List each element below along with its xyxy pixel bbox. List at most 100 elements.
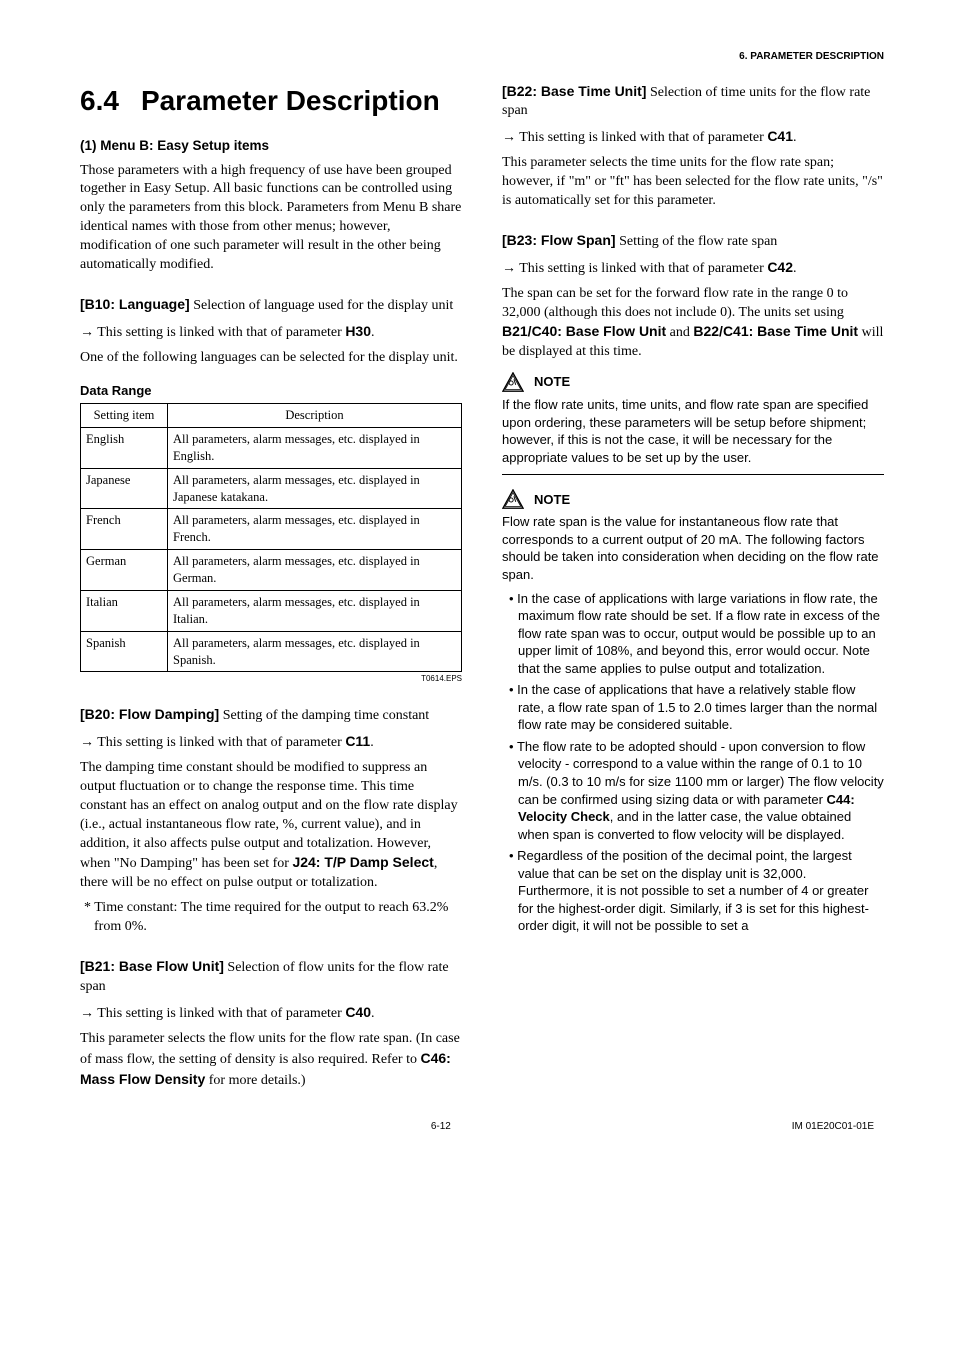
table-row: FrenchAll parameters, alarm messages, et… [81,509,462,550]
section-1: (1) Menu B: Easy Setup items Those param… [80,137,462,275]
b10-label: [B10: Language] [80,296,190,312]
b22-desc: This parameter selects the time units fo… [502,154,884,211]
b21-arrow: → This setting is linked with that of pa… [80,1006,345,1021]
warning-triangle-icon [502,372,524,392]
b23-mid: and [666,325,693,340]
cell-key: Italian [81,590,168,631]
right-column: [B22: Base Time Unit] Selection of time … [502,82,884,1097]
table-row: ItalianAll parameters, alarm messages, e… [81,590,462,631]
b10-after: . [371,325,375,340]
th-setting: Setting item [81,404,168,428]
b23-desc: The span can be set for the forward flow… [502,285,884,363]
note-2-intro: Flow rate span is the value for instanta… [502,514,879,582]
warning-triangle-icon [502,489,524,509]
note-2-label: NOTE [534,491,570,509]
page-footer: 6-12 IM 01E20C01-01E [80,1120,884,1134]
b20-ref: C11 [345,733,370,749]
b22-after: . [793,130,797,145]
th-description: Description [168,404,462,428]
b20-desc: The damping time constant should be modi… [80,759,462,893]
cell-val: All parameters, alarm messages, etc. dis… [168,550,462,591]
b20-title: [B20: Flow Damping] Setting of the dampi… [80,705,462,726]
b22-ref: C41 [767,128,793,144]
b23-ref: C42 [767,259,793,275]
section-1-head: (1) Menu B: Easy Setup items [80,137,462,155]
content-columns: 6.4 Parameter Description (1) Menu B: Eas… [80,82,884,1097]
b23-ref3: B22/C41: Base Time Unit [693,323,858,339]
b20-label: [B20: Flow Damping] [80,706,219,722]
data-range-label: Data Range [80,382,462,400]
b20-after: . [370,735,374,750]
b21-title: [B21: Base Flow Unit] Selection of flow … [80,957,462,997]
b20-arrow: → This setting is linked with that of pa… [80,735,345,750]
b21-p2a: This parameter selects the flow units fo… [80,1031,460,1067]
b23-block: [B23: Flow Span] Setting of the flow rat… [502,231,884,362]
b23-ref2: B21/C40: Base Flow Unit [502,323,666,339]
b10-link: → This setting is linked with that of pa… [80,322,462,343]
b10-arrow: → This setting is linked with that of pa… [80,325,345,340]
note-2-body: Flow rate span is the value for instanta… [502,513,884,935]
list-item: In the case of applications with large v… [518,590,884,678]
cell-key: Japanese [81,468,168,509]
title-text: Parameter Description [141,85,440,116]
table-row: JapaneseAll parameters, alarm messages, … [81,468,462,509]
doc-number: IM 01E20C01-01E [792,1120,874,1134]
list-item: The flow rate to be adopted should - upo… [518,738,884,843]
b21-link: → This setting is linked with that of pa… [80,1003,462,1024]
b22-label: [B22: Base Time Unit] [502,83,646,99]
cell-val: All parameters, alarm messages, etc. dis… [168,590,462,631]
cell-val: All parameters, alarm messages, etc. dis… [168,427,462,468]
note-1-label: NOTE [534,373,570,391]
table-row: GermanAll parameters, alarm messages, et… [81,550,462,591]
b23-rest: Setting of the flow rate span [616,234,778,249]
b22-arrow: → This setting is linked with that of pa… [502,130,767,145]
table-header-row: Setting item Description [81,404,462,428]
b21-label: [B21: Base Flow Unit] [80,958,224,974]
page-number: 6-12 [90,1120,792,1134]
b21-ref: C40 [345,1004,371,1020]
cell-val: All parameters, alarm messages, etc. dis… [168,631,462,672]
table-foot: T0614.EPS [80,674,462,685]
note-2-head: NOTE [502,489,884,509]
title-number: 6.4 [80,85,119,116]
b23-after: . [793,261,797,276]
note-1: NOTE If the flow rate units, time units,… [502,372,884,475]
table-row: EnglishAll parameters, alarm messages, e… [81,427,462,468]
b23-link: → This setting is linked with that of pa… [502,258,884,279]
page-title: 6.4 Parameter Description [80,82,462,120]
cell-key: Spanish [81,631,168,672]
b20-link: → This setting is linked with that of pa… [80,732,462,753]
cell-val: All parameters, alarm messages, etc. dis… [168,468,462,509]
b21-block: [B21: Base Flow Unit] Selection of flow … [80,957,462,1090]
b20-ref2: J24: T/P Damp Select [292,854,433,870]
b21-after: . [371,1006,375,1021]
b10-rest: Selection of language used for the displ… [190,298,454,313]
note-2-list: In the case of applications with large v… [502,590,884,935]
b10-desc: One of the following languages can be se… [80,349,462,368]
b22-link: → This setting is linked with that of pa… [502,127,884,148]
list-item: In the case of applications that have a … [518,681,884,734]
b20-rest: Setting of the damping time constant [219,708,429,723]
b20-block: [B20: Flow Damping] Setting of the dampi… [80,705,462,937]
cell-key: French [81,509,168,550]
b23-p2a: The span can be set for the forward flow… [502,286,848,320]
b22-block: [B22: Base Time Unit] Selection of time … [502,82,884,211]
b23-title: [B23: Flow Span] Setting of the flow rat… [502,231,884,252]
b23-label: [B23: Flow Span] [502,232,616,248]
table-row: SpanishAll parameters, alarm messages, e… [81,631,462,672]
note-1-head: NOTE [502,372,884,392]
section-1-body: Those parameters with a high frequency o… [80,162,462,275]
note-1-body: If the flow rate units, time units, and … [502,396,884,475]
b20-footnote: * Time constant: The time required for t… [80,899,462,937]
b21-p2b: for more details.) [205,1073,305,1088]
cell-key: German [81,550,168,591]
list-item: Regardless of the position of the decima… [518,847,884,935]
b10-ref: H30 [345,323,371,339]
note-2: NOTE Flow rate span is the value for ins… [502,489,884,935]
cell-val: All parameters, alarm messages, etc. dis… [168,509,462,550]
b21-desc: This parameter selects the flow units fo… [80,1030,462,1091]
cell-key: English [81,427,168,468]
b22-title: [B22: Base Time Unit] Selection of time … [502,82,884,122]
b23-arrow: → This setting is linked with that of pa… [502,261,767,276]
page-breadcrumb: 6. PARAMETER DESCRIPTION [80,50,884,64]
